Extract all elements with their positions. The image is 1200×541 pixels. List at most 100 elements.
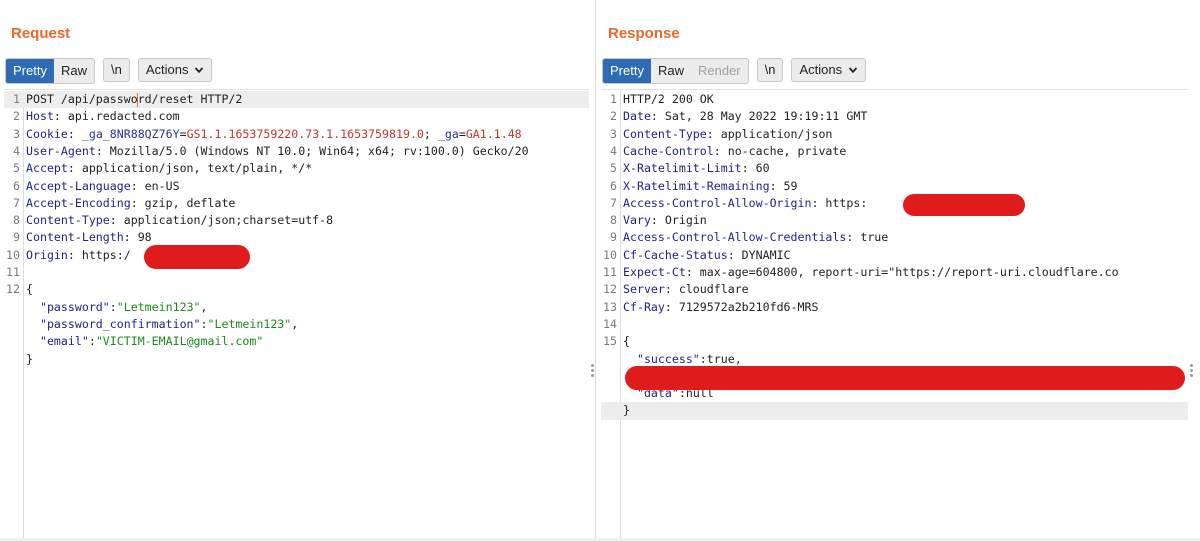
line-number: 8: [610, 213, 617, 228]
code-token: : DYNAMIC: [727, 247, 791, 262]
request-actions-button[interactable]: Actions: [137, 58, 213, 82]
code-line: 11 Expect-Ct: max-age=604800, report-uri=…: [601, 264, 1188, 281]
code-text: Access-Control-Allow-Credentials: true: [623, 229, 1188, 246]
code-token: "VICTIM-EMAIL@gmail.com": [95, 334, 264, 349]
response-editor[interactable]: 1 HTTP/2 200 OK 2 Date: Sat, 28 May 2022 19…: [601, 89, 1188, 541]
code-token: Access-Control-Allow-Credentials: [623, 230, 847, 245]
line-number: 3: [13, 126, 20, 141]
code-token: : 60: [741, 161, 770, 176]
response-tab-render: Render: [697, 63, 741, 78]
scroll-resize-handle[interactable]: [1190, 364, 1193, 379]
code-line: 8 Vary: Origin: [601, 212, 1188, 229]
code-text: {: [623, 333, 1188, 350]
code-text: Host: api.redacted.com: [26, 108, 589, 125]
code-line: 14: [601, 316, 1188, 333]
code-token: : true: [846, 230, 889, 245]
line-number: 5: [13, 161, 20, 176]
code-text: }: [26, 351, 589, 368]
code-token: :: [109, 299, 117, 314]
request-newline-toggle[interactable]: \n: [102, 58, 130, 82]
request-title: Request: [11, 25, 71, 42]
request-editor[interactable]: 1 POST /api/password/reset HTTP/2 2 Host: a…: [4, 89, 589, 541]
response-tab-raw[interactable]: Raw: [651, 59, 691, 83]
code-line: 7 Access-Control-Allow-Origin: https:: [601, 195, 1188, 212]
code-token: =: [458, 126, 466, 141]
code-token: GA1.1.48: [465, 126, 522, 141]
line-number: 13: [603, 299, 617, 314]
code-token: "Letmein123": [207, 316, 292, 331]
code-token: : https:: [811, 195, 868, 210]
code-text: User-Agent: Mozilla/5.0 (Windows NT 10.0…: [26, 143, 589, 160]
code-token: Server: [623, 282, 665, 297]
code-token: {: [26, 282, 33, 297]
pane-resize-handle[interactable]: [591, 364, 594, 379]
code-line: 1 HTTP/2 200 OK: [601, 91, 1188, 108]
line-number: 10: [6, 247, 20, 262]
redaction-mark: [903, 194, 1025, 216]
code-token: : https:/: [67, 247, 131, 262]
request-actions-label: Actions: [145, 62, 189, 77]
code-text: Server: cloudflare: [623, 281, 1188, 298]
code-token: =: [179, 126, 187, 141]
code-token: "Letmein123": [116, 299, 201, 314]
code-token: Accept-Encoding: [26, 195, 131, 210]
code-token: : 59: [769, 178, 798, 193]
response-tab-pretty[interactable]: Pretty: [603, 59, 651, 83]
code-token: HTTP/2 200 OK: [623, 92, 714, 106]
line-number: 1: [13, 92, 20, 106]
code-text: Accept-Language: en-US: [26, 178, 589, 195]
code-token: User-Agent: [26, 143, 96, 158]
code-token: Expect-Ct: [623, 265, 686, 279]
code-line: "email":"VICTIM-EMAIL@gmail.com": [4, 333, 589, 350]
request-toolbar: Pretty Raw \n Actions: [5, 58, 213, 84]
code-line: 10 Origin: https:/: [4, 247, 589, 264]
code-text: Accept: application/json, text/plain, */…: [26, 160, 589, 177]
response-newline-toggle[interactable]: \n: [756, 58, 784, 82]
code-token: : Origin: [650, 213, 707, 228]
code-text: X-Ratelimit-Limit: 60: [623, 160, 1188, 177]
response-actions-button[interactable]: Actions: [791, 58, 867, 82]
code-token: : application/json: [706, 126, 833, 141]
request-tab-raw[interactable]: Raw: [54, 59, 94, 83]
line-number: 1: [610, 92, 617, 106]
code-token: }: [623, 403, 630, 418]
code-token: Origin: [26, 247, 68, 262]
code-line: 13 Cf-Ray: 7129572a2b210fd6-MRS: [601, 299, 1188, 316]
code-line: 15 {: [601, 333, 1188, 350]
code-token: : 98: [123, 230, 152, 245]
code-line: }: [4, 351, 589, 368]
redaction-mark: [144, 245, 250, 269]
line-number: 14: [603, 316, 617, 331]
code-token: X-Ratelimit-Remaining: [623, 178, 770, 193]
request-tab-pretty[interactable]: Pretty: [6, 59, 54, 83]
code-line: 3 Content-Type: application/json: [601, 126, 1188, 143]
code-line: "password_confirmation":"Letmein123",: [4, 316, 589, 333]
code-text: {: [26, 281, 589, 298]
response-view-tabs: Pretty Raw Render: [602, 58, 749, 84]
code-line: 4 User-Agent: Mozilla/5.0 (Windows NT 10.…: [4, 143, 589, 160]
code-token: : no-cache, private: [713, 143, 847, 158]
code-line: 5 Accept: application/json, text/plain, *…: [4, 160, 589, 177]
code-token: : 7129572a2b210fd6-MRS: [664, 299, 819, 314]
code-token: : Sat, 28 May 2022 19:19:11 GMT: [650, 109, 868, 124]
line-number: 2: [610, 109, 617, 124]
line-number: 12: [603, 282, 617, 297]
code-line: "password":"Letmein123",: [4, 299, 589, 316]
code-token: : gzip, deflate: [130, 195, 236, 210]
code-token: GS1.1.1653759220.73.1.1653759819.0: [186, 126, 424, 141]
code-token: "email": [39, 334, 89, 349]
code-token: "success": [636, 351, 700, 366]
code-token: Cf-Ray: [623, 299, 665, 314]
code-token: "password_confirmation": [39, 316, 201, 331]
code-token: : max-age=604800, report-uri="https://re…: [685, 265, 1119, 279]
code-text: Accept-Encoding: gzip, deflate: [26, 195, 589, 212]
code-token: Accept-Language: [26, 178, 131, 193]
code-token: ,: [291, 316, 299, 331]
code-token: ,: [200, 299, 208, 314]
line-number: 9: [610, 230, 617, 245]
code-token: Cookie: [26, 126, 68, 141]
code-token: : application/json;charset=utf-8: [109, 213, 334, 228]
